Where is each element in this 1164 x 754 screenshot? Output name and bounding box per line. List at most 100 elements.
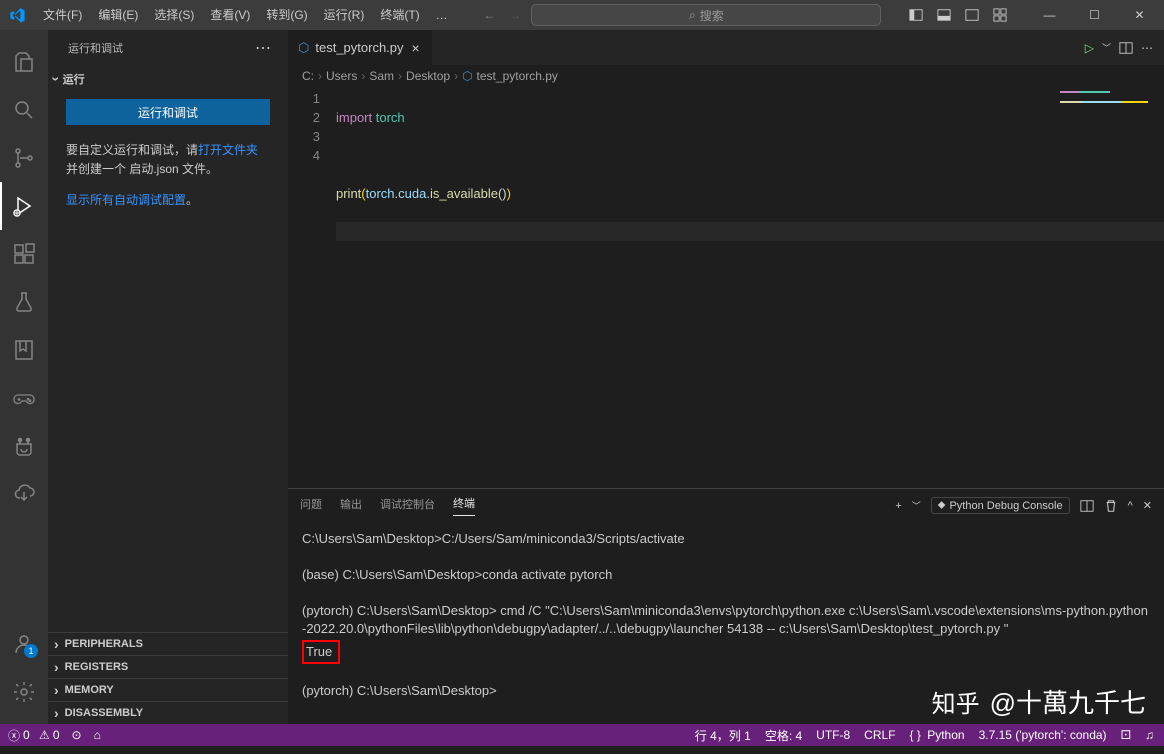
breadcrumb[interactable]: C:› Users› Sam› Desktop› ⬡ test_pytorch.… bbox=[288, 65, 1164, 87]
disassembly-panel[interactable]: DISASSEMBLY bbox=[48, 701, 288, 724]
tabs-row: ⬡ test_pytorch.py × ▷ ﹀ ⋯ bbox=[288, 30, 1164, 65]
accounts-icon[interactable]: 1 bbox=[0, 620, 48, 668]
status-eol[interactable]: CRLF bbox=[864, 728, 895, 742]
terminal-selector[interactable]: ⬥Python Debug Console bbox=[931, 497, 1070, 514]
bc-desktop[interactable]: Desktop bbox=[406, 69, 450, 83]
output-tab[interactable]: 输出 bbox=[340, 496, 362, 516]
menu-edit[interactable]: 编辑(E) bbox=[90, 0, 146, 30]
status-bell-icon[interactable]: ♫ bbox=[1145, 728, 1154, 742]
cloud-download-icon[interactable] bbox=[0, 470, 48, 518]
show-configs-text: 显示所有自动调试配置。 bbox=[48, 185, 288, 216]
term-line: C:\Users\Sam\Desktop>C:/Users/Sam/minico… bbox=[302, 530, 1150, 548]
bc-sam[interactable]: Sam bbox=[369, 69, 394, 83]
python-file-icon: ⬡ bbox=[462, 69, 472, 83]
menu-run[interactable]: 运行(R) bbox=[316, 0, 373, 30]
maximize-button[interactable]: ☐ bbox=[1072, 0, 1117, 30]
menu-view[interactable]: 查看(V) bbox=[202, 0, 258, 30]
problems-tab[interactable]: 问题 bbox=[300, 496, 322, 516]
status-radio-icon[interactable]: ⊙ bbox=[72, 728, 82, 742]
testing-icon[interactable] bbox=[0, 278, 48, 326]
registers-panel[interactable]: REGISTERS bbox=[48, 655, 288, 678]
terminal-body[interactable]: C:\Users\Sam\Desktop>C:/Users/Sam/minico… bbox=[288, 522, 1164, 724]
chevron-right-icon bbox=[54, 636, 59, 652]
search-activity-icon[interactable] bbox=[0, 86, 48, 134]
hint-suffix: 并创建一个 启动.json 文件。 bbox=[66, 162, 218, 176]
kill-terminal-icon[interactable] bbox=[1104, 499, 1118, 513]
close-button[interactable]: ✕ bbox=[1117, 0, 1162, 30]
status-spaces[interactable]: 空格: 4 bbox=[765, 727, 802, 744]
chevron-down-icon bbox=[54, 71, 59, 87]
py-debug-label: Python Debug Console bbox=[949, 500, 1062, 512]
status-feedback-icon[interactable]: ⚀ bbox=[1121, 728, 1131, 742]
memory-panel[interactable]: MEMORY bbox=[48, 678, 288, 701]
memory-label: MEMORY bbox=[65, 684, 114, 696]
sidebar-more-icon[interactable]: ⋯ bbox=[255, 38, 272, 58]
chevron-right-icon bbox=[54, 682, 59, 698]
run-dropdown-icon[interactable]: ﹀ bbox=[1102, 41, 1111, 54]
toggle-panel-left-icon[interactable] bbox=[905, 4, 927, 26]
minimap[interactable] bbox=[1060, 91, 1150, 141]
maximize-panel-icon[interactable]: ^ bbox=[1128, 500, 1133, 512]
menu-select[interactable]: 选择(S) bbox=[146, 0, 202, 30]
menu-more[interactable]: … bbox=[428, 0, 456, 30]
registers-label: REGISTERS bbox=[65, 661, 129, 673]
tab-test-pytorch[interactable]: ⬡ test_pytorch.py × bbox=[288, 30, 433, 65]
debug-console-tab[interactable]: 调试控制台 bbox=[380, 496, 435, 516]
bc-c[interactable]: C: bbox=[302, 69, 314, 83]
toggle-panel-right-icon[interactable] bbox=[961, 4, 983, 26]
close-panel-icon[interactable]: ✕ bbox=[1143, 499, 1152, 512]
run-and-debug-button[interactable]: 运行和调试 bbox=[66, 99, 270, 125]
status-line-col[interactable]: 行 4，列 1 bbox=[695, 727, 751, 744]
status-home-icon[interactable]: ⌂ bbox=[94, 728, 101, 742]
menu-file[interactable]: 文件(F) bbox=[35, 0, 90, 30]
line-num-1: 1 bbox=[288, 89, 320, 108]
status-interpreter[interactable]: 3.7.15 ('pytorch': conda) bbox=[979, 728, 1107, 742]
menu-terminal[interactable]: 终端(T) bbox=[372, 0, 427, 30]
robot-icon[interactable] bbox=[0, 422, 48, 470]
show-auto-configs-link[interactable]: 显示所有自动调试配置 bbox=[66, 193, 186, 207]
customize-layout-icon[interactable] bbox=[989, 4, 1011, 26]
panel-tabs: 问题 输出 调试控制台 终端 +﹀ ⬥Python Debug Console … bbox=[288, 489, 1164, 522]
peripherals-panel[interactable]: PERIPHERALS bbox=[48, 632, 288, 655]
accounts-badge: 1 bbox=[24, 644, 38, 658]
split-editor-icon[interactable] bbox=[1119, 41, 1133, 55]
bookmark-icon[interactable] bbox=[0, 326, 48, 374]
settings-gear-icon[interactable] bbox=[0, 668, 48, 716]
explorer-icon[interactable] bbox=[0, 38, 48, 86]
terminal-dropdown-icon[interactable]: ﹀ bbox=[912, 499, 921, 512]
status-language[interactable]: { } Python bbox=[910, 728, 965, 742]
python-file-icon: ⬡ bbox=[298, 40, 309, 56]
command-search[interactable]: ⌕ 搜索 bbox=[531, 4, 881, 26]
activity-bar: 1 bbox=[0, 30, 48, 724]
minimize-button[interactable]: — bbox=[1027, 0, 1072, 30]
menu-go[interactable]: 转到(G) bbox=[258, 0, 315, 30]
status-errors[interactable]: ⓧ0 ⚠0 bbox=[8, 727, 60, 744]
toggle-panel-bottom-icon[interactable] bbox=[933, 4, 955, 26]
game-controller-icon[interactable] bbox=[0, 374, 48, 422]
nav-forward-icon[interactable]: → bbox=[505, 6, 525, 24]
term-line: (base) C:\Users\Sam\Desktop>conda activa… bbox=[302, 566, 1150, 584]
source-control-icon[interactable] bbox=[0, 134, 48, 182]
bc-file[interactable]: test_pytorch.py bbox=[477, 69, 558, 83]
run-debug-icon[interactable] bbox=[0, 182, 48, 230]
new-terminal-icon[interactable]: + bbox=[895, 500, 901, 512]
terminal-tab[interactable]: 终端 bbox=[453, 495, 475, 516]
run-section-header[interactable]: 运行 bbox=[48, 69, 288, 89]
split-terminal-icon[interactable] bbox=[1080, 499, 1094, 513]
bc-users[interactable]: Users bbox=[326, 69, 357, 83]
editor-body[interactable]: 1 2 3 4 import torch print(torch.cuda.is… bbox=[288, 87, 1164, 488]
code-line-2 bbox=[336, 146, 1164, 165]
sidebar-title: 运行和调试 bbox=[68, 40, 123, 56]
error-icon: ⓧ bbox=[8, 727, 20, 744]
close-tab-icon[interactable]: × bbox=[410, 40, 422, 56]
open-folder-link[interactable]: 打开文件夹 bbox=[198, 143, 258, 157]
status-left: ⓧ0 ⚠0 ⊙ ⌂ bbox=[0, 727, 101, 744]
window-controls: — ☐ ✕ bbox=[1027, 0, 1162, 30]
nav-back-icon[interactable]: ← bbox=[479, 6, 499, 24]
extensions-icon[interactable] bbox=[0, 230, 48, 278]
status-encoding[interactable]: UTF-8 bbox=[816, 728, 850, 742]
code[interactable]: import torch print(torch.cuda.is_availab… bbox=[336, 87, 1164, 488]
main: 1 运行和调试 ⋯ 运行 运行和调试 要自定义运行和调试，请打开文件夹 并创建一… bbox=[0, 30, 1164, 724]
run-file-icon[interactable]: ▷ bbox=[1085, 41, 1094, 55]
editor-more-icon[interactable]: ⋯ bbox=[1141, 41, 1154, 55]
